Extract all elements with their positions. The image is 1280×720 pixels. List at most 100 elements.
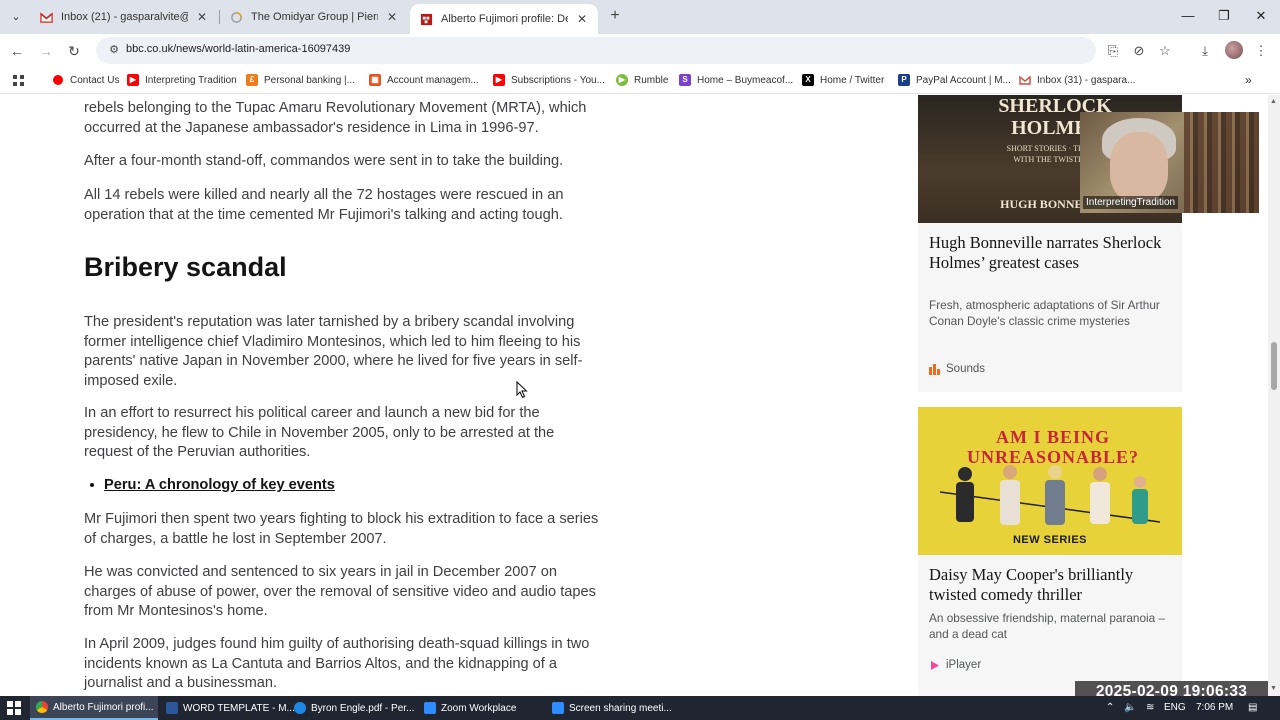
article-paragraph: He was convicted and sentenced to six ye… [84,564,596,619]
bookmark-subscriptions[interactable]: ▶ Subscriptions - You... [493,72,605,88]
bullet-dot [90,483,94,487]
scrollbar-thumb[interactable] [1271,342,1277,390]
tab-title: The Omidyar Group | Pierre Omidyar [251,11,378,23]
bookmark-paypal[interactable]: P PayPal Account | M... [898,72,1011,88]
wifi-icon[interactable]: ≋ [1146,696,1154,720]
eye-slash-icon[interactable]: ⊘ [1129,41,1149,61]
taskbar-clock[interactable]: 7:06 PM [1196,696,1233,720]
page-scrollbar[interactable]: ▲ ▼ [1268,95,1280,696]
bookmark-twitter[interactable]: X Home / Twitter [802,72,884,88]
bookmark-personal-banking[interactable]: £ Personal banking |... [246,72,355,88]
article-paragraph: All 14 rebels were killed and nearly all… [84,187,564,223]
close-tab-icon[interactable]: ✕ [194,10,210,24]
article-paragraph: In an effort to resurrect his political … [84,405,555,460]
chronology-link[interactable]: Peru: A chronology of key events [104,477,335,493]
tab-title: Alberto Fujimori profile: Deeply divisiv… [441,13,568,25]
cover-title: AM I BEING UNREASONABLE? [966,427,1140,467]
taskbar-screen-sharing[interactable]: Screen sharing meeti... [546,696,672,720]
bookmark-interpreting-tradition[interactable]: ▶ Interpreting Tradition [127,72,237,88]
volume-icon[interactable]: 🔈 [1124,696,1136,720]
close-tab-icon[interactable]: ✕ [574,12,590,26]
webcam-overlay[interactable]: InterpretingTradition [1080,112,1259,213]
loading-icon [231,11,242,23]
coffee-icon: S [679,74,691,86]
gmail-icon [40,11,53,23]
x-twitter-icon: X [802,74,814,86]
bookmark-buymeacoffee[interactable]: S Home – Buymeacof... [679,72,793,88]
page-viewport: rebels belonging to the Tupac Amaru Revo… [0,95,1268,696]
scroll-up-arrow-icon[interactable]: ▲ [1270,98,1277,105]
article-paragraph: rebels belonging to the Tupac Amaru Revo… [84,100,587,136]
bookshelf-background [1184,112,1259,213]
back-arrow-icon[interactable]: ← [6,40,28,62]
more-bookmarks-chevron-icon[interactable]: » [1245,72,1252,88]
tab-title: Inbox (21) - gasparalvite@gmail.com [61,11,188,23]
notifications-icon[interactable]: ▤ [1248,696,1257,720]
rumble-icon: ▶ [616,74,628,86]
bookmarks-bar: Contact Us ▶ Interpreting Tradition £ Pe… [0,66,1280,94]
article-paragraph: After a four-month stand-off, commandos … [84,153,564,169]
word-icon [166,702,178,714]
tray-chevron-icon[interactable]: ⌃ [1106,696,1114,720]
zoom-icon [424,702,436,714]
gmail-icon [1019,75,1031,85]
bookmark-rumble[interactable]: ▶ Rumble [616,72,668,88]
new-series-label: NEW SERIES [1012,534,1088,546]
scroll-down-arrow-icon[interactable]: ▼ [1270,685,1277,692]
bookmark-gmail-inbox[interactable]: Inbox (31) - gaspara... [1019,72,1135,88]
zoom-icon [552,702,564,714]
bank-icon: £ [246,74,258,86]
tab-search-chevron-icon[interactable]: ⌄ [6,7,26,27]
webcam-name-label: InterpretingTradition [1083,196,1179,209]
tab-omidyar[interactable]: The Omidyar Group | Pierre Omidyar ✕ [220,4,408,30]
taskbar-zoom[interactable]: Zoom Workplace [418,696,544,720]
bbc-news-icon [420,13,433,25]
browser-toolbar: ← → ↻ ⚙ bbc.co.uk/news/world-latin-ameri… [0,34,1280,66]
apps-grid-icon[interactable] [12,72,25,88]
card-title[interactable]: Daisy May Cooper's brilliantly twisted c… [929,565,1175,604]
windows-start-icon[interactable] [7,701,21,715]
close-tab-icon[interactable]: ✕ [384,10,400,24]
language-indicator[interactable]: ENG [1164,696,1186,720]
chrome-icon [36,701,48,713]
card-summary: An obsessive friendship, maternal parano… [929,611,1166,641]
install-app-icon[interactable]: ⎘ [1103,41,1123,61]
address-bar[interactable]: ⚙ bbc.co.uk/news/world-latin-america-160… [96,37,1096,64]
card-tag[interactable]: Sounds [929,363,985,375]
bookmark-star-icon[interactable]: ☆ [1155,41,1175,61]
account-icon: ▦ [369,74,381,86]
download-icon[interactable]: ⤓ [1195,41,1215,61]
mouse-cursor-icon [516,381,528,399]
reload-icon[interactable]: ↻ [63,40,85,62]
tab-gmail[interactable]: Inbox (21) - gasparalvite@gmail.com ✕ [30,4,218,30]
close-window-icon[interactable]: ✕ [1249,6,1273,26]
cast-photo [940,465,1160,525]
card-tag[interactable]: iPlayer [929,659,981,671]
windows-taskbar: Alberto Fujimori profi... WORD TEMPLATE … [0,696,1280,720]
tab-bbc-fujimori[interactable]: Alberto Fujimori profile: Deeply divisiv… [410,4,598,34]
menu-dots-icon[interactable]: ⋮ [1251,41,1271,61]
ami-being-unreasonable-image: AM I BEING UNREASONABLE? NEW SERIES [918,407,1182,555]
forward-arrow-icon[interactable]: → [35,40,57,62]
minimize-window-icon[interactable]: — [1176,6,1200,26]
article-paragraph: In April 2009, judges found him guilty o… [84,636,590,691]
youtube-icon: ▶ [127,74,139,86]
article-paragraph: Mr Fujimori then spent two years fightin… [84,511,599,547]
url-text[interactable]: bbc.co.uk/news/world-latin-america-16097… [126,43,350,55]
site-info-icon[interactable]: ⚙ [106,42,122,58]
edge-icon [294,702,306,714]
bookmark-contact-us[interactable]: Contact Us [52,72,119,88]
taskbar-word[interactable]: WORD TEMPLATE - M... [160,696,295,720]
person-face [1110,132,1168,202]
related-link-item: Peru: A chronology of key events [90,476,335,496]
profile-avatar[interactable] [1225,41,1243,59]
bookmark-icon [53,75,63,85]
article-paragraph: The president's reputation was later tar… [84,314,583,389]
promo-card-ami-being[interactable]: AM I BEING UNREASONABLE? NEW SERIES Dais… [918,407,1182,696]
taskbar-pdf[interactable]: Byron Engle.pdf - Per... [288,696,414,720]
taskbar-chrome[interactable]: Alberto Fujimori profi... [30,696,158,720]
restore-window-icon[interactable]: ❐ [1212,6,1236,26]
bookmark-account-management[interactable]: ▦ Account managem... [369,72,479,88]
card-title[interactable]: Hugh Bonneville narrates Sherlock Holmes… [929,233,1175,272]
new-tab-plus-icon[interactable]: + [606,7,624,25]
